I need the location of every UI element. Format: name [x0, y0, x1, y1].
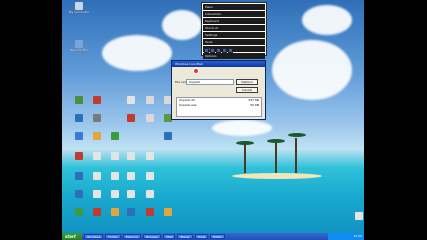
file-name-field[interactable]: Unpack [186, 79, 234, 85]
app-17-image-icon [111, 152, 119, 160]
cancel-button[interactable]: Cancel [236, 87, 258, 93]
tool-icon[interactable] [228, 48, 233, 53]
app-16-image-icon [93, 152, 101, 160]
app-3-image-icon [127, 96, 135, 104]
app-32-image-icon [111, 208, 119, 216]
app-25-image-icon [75, 190, 83, 198]
taskbar-button[interactable]: Explorer [122, 234, 142, 239]
app-8-image-icon [127, 114, 135, 122]
app-icon-13[interactable] [104, 132, 126, 152]
dialog-title: Windows Live Mail [172, 61, 265, 67]
taskbar-button[interactable]: Browser [143, 234, 162, 239]
app-11-image-icon [75, 132, 83, 140]
file-row[interactable]: Unpack.exe 50 KB [177, 103, 261, 108]
palm-tree [275, 143, 277, 173]
app-2-image-icon [93, 96, 101, 104]
palm-frond [267, 139, 285, 143]
taskbar-button[interactable]: Windows [84, 234, 104, 239]
palm-frond [236, 141, 254, 145]
my-computer-image-icon [75, 2, 83, 10]
start-button[interactable]: start [62, 233, 82, 240]
panel-row[interactable]: Interaction [203, 11, 265, 17]
app-icon-2[interactable] [86, 96, 108, 116]
taskbar-button[interactable]: Folder [105, 234, 121, 239]
panel-row[interactable]: Settings [203, 32, 265, 38]
app-20-image-icon [75, 172, 83, 180]
app-35-image-icon [164, 208, 172, 216]
app-18-image-icon [127, 152, 135, 160]
app-icon-35[interactable] [157, 208, 179, 228]
floating-panel[interactable]: Menu Interaction Keyboard Shortcut Settings T… [201, 2, 267, 59]
palm-tree [295, 138, 297, 173]
app-6-image-icon [75, 114, 83, 122]
tool-icon[interactable] [210, 48, 215, 53]
taskbar-button[interactable]: Player [177, 234, 193, 239]
taskbar-button[interactable]: Editor [210, 234, 226, 239]
app-13-image-icon [111, 132, 119, 140]
app-23-image-icon [127, 172, 135, 180]
file-size: 50 KB [250, 103, 259, 107]
app-34-image-icon [146, 208, 154, 216]
app-icon-19[interactable] [139, 152, 161, 172]
app-4-image-icon [146, 96, 154, 104]
palm-tree [244, 145, 246, 173]
taskbar-button[interactable]: Mail [163, 234, 176, 239]
cloud [102, 35, 172, 71]
app-7-image-icon [93, 114, 101, 122]
panel-toolbar[interactable] [204, 48, 233, 53]
cloud [162, 10, 202, 40]
cloud [302, 5, 352, 35]
palm-frond [288, 133, 306, 137]
file-dialog[interactable]: Windows Live Mail File name: Unpack Opti… [171, 60, 266, 120]
app-36-image-icon [355, 212, 363, 220]
app-12-image-icon [93, 132, 101, 140]
app-28-image-icon [127, 190, 135, 198]
app-33-image-icon [127, 208, 135, 216]
options-button[interactable]: Options [236, 79, 258, 85]
my-computer-icon[interactable]: My Computer [68, 2, 90, 22]
mouse-cursor-highlight [193, 68, 199, 74]
panel-row[interactable]: Keyboard [203, 18, 265, 24]
app-icon-14[interactable] [157, 132, 179, 152]
icon-label: Recycle Bin [70, 49, 88, 52]
app-29-image-icon [146, 190, 154, 198]
file-list[interactable]: Unpack.dll 297 KB Unpack.exe 50 KB [176, 97, 262, 117]
cloud [212, 120, 272, 136]
app-icon-36[interactable] [348, 212, 370, 232]
app-icon-7[interactable] [86, 114, 108, 134]
taskbar: start Windows Folder Explorer Browser Mail Pl… [62, 233, 364, 240]
app-icon-24[interactable] [139, 172, 161, 192]
app-30-image-icon [75, 208, 83, 216]
tool-icon[interactable] [204, 48, 209, 53]
island-beach [232, 173, 322, 179]
file-name: Unpack.exe [179, 103, 197, 107]
app-26-image-icon [93, 190, 101, 198]
tool-icon[interactable] [222, 48, 227, 53]
recycle-bin-image-icon [75, 40, 83, 48]
app-22-image-icon [111, 172, 119, 180]
app-1-image-icon [75, 96, 83, 104]
cloud [272, 40, 352, 100]
app-27-image-icon [111, 190, 119, 198]
recycle-bin-icon[interactable]: Recycle Bin [68, 40, 90, 60]
app-14-image-icon [164, 132, 172, 140]
tool-icon[interactable] [216, 48, 221, 53]
panel-row[interactable]: Shortcut [203, 25, 265, 31]
app-21-image-icon [93, 172, 101, 180]
app-31-image-icon [93, 208, 101, 216]
app-15-image-icon [75, 152, 83, 160]
app-19-image-icon [146, 152, 154, 160]
app-9-image-icon [146, 114, 154, 122]
app-24-image-icon [146, 172, 154, 180]
system-tray-clock: 12:00 [328, 233, 364, 240]
taskbar-button[interactable]: Tools [194, 234, 209, 239]
icon-label: My Computer [68, 11, 90, 14]
panel-row[interactable]: Menu [203, 4, 265, 10]
panel-row[interactable]: Options [203, 53, 265, 59]
panel-row[interactable]: Tools [203, 39, 265, 45]
app-icon-29[interactable] [139, 190, 161, 210]
